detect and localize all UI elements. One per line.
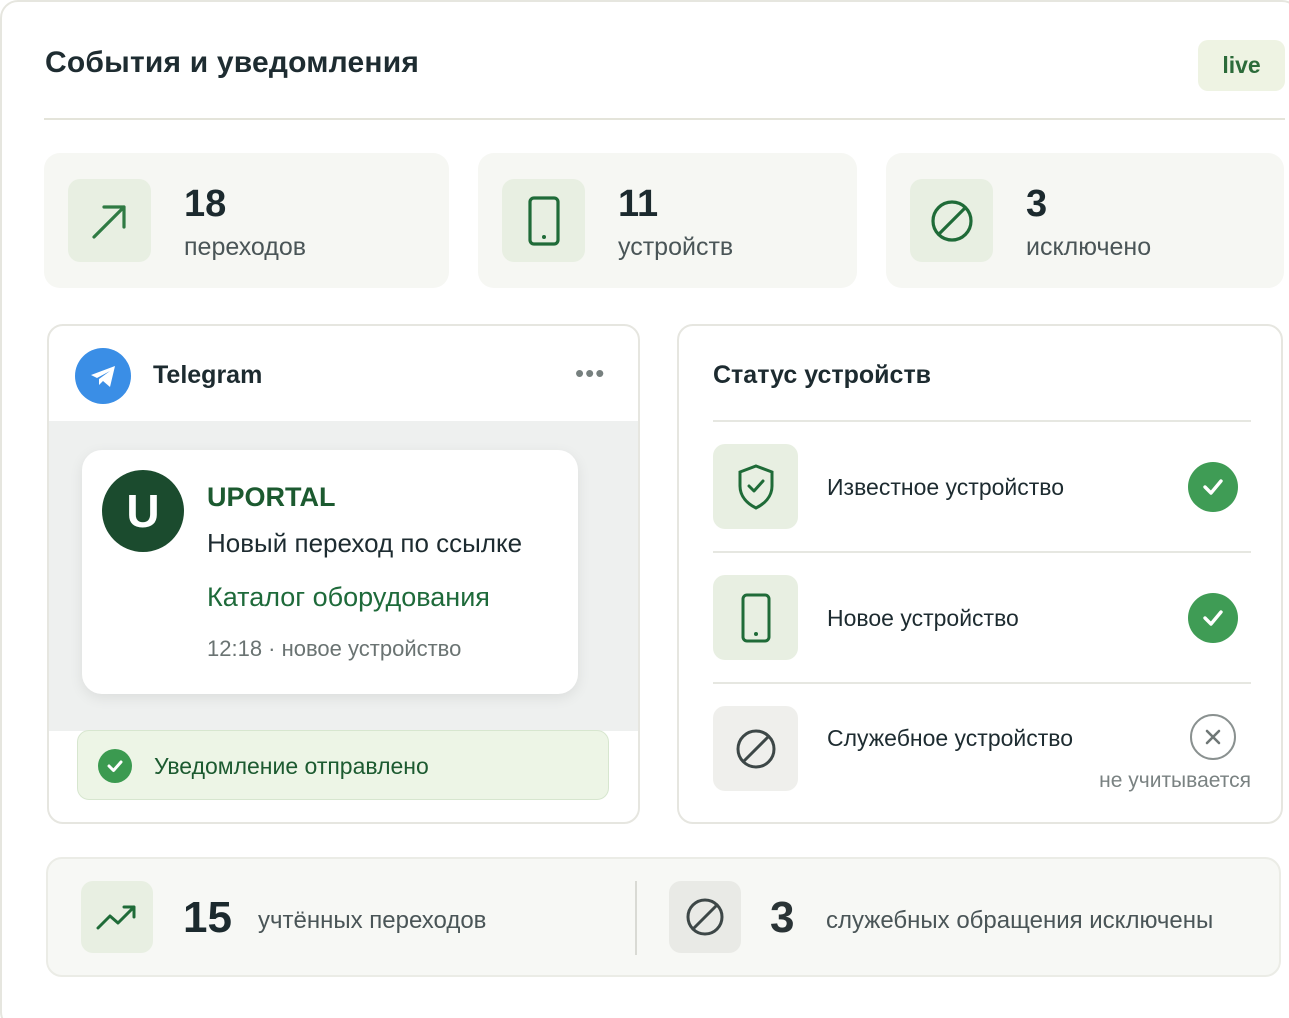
telegram-card: Telegram ••• U UPORTAL Новый переход по … bbox=[47, 324, 640, 824]
status-text: Уведомление отправлено bbox=[154, 753, 429, 779]
blocked-icon bbox=[669, 881, 741, 953]
device-label: Служебное устройство bbox=[827, 725, 1074, 751]
separator bbox=[635, 881, 637, 955]
stat-label: переходов bbox=[184, 233, 307, 261]
message-link[interactable]: Каталог оборудования bbox=[207, 582, 490, 613]
divider bbox=[713, 551, 1251, 553]
dashboard-panel: События и уведомления live 18 переходов … bbox=[0, 0, 1289, 1018]
notification-sent-status: Уведомление отправлено bbox=[77, 730, 609, 800]
telegram-icon bbox=[75, 348, 131, 404]
excluded-value: 3 bbox=[770, 893, 795, 942]
live-badge[interactable]: live bbox=[1198, 40, 1285, 91]
check-circle-icon bbox=[98, 749, 132, 783]
divider bbox=[713, 420, 1251, 422]
stat-card-excluded: 3 исключено bbox=[886, 153, 1284, 288]
check-circle-icon bbox=[1188, 593, 1238, 643]
divider bbox=[713, 682, 1251, 684]
telegram-message: U UPORTAL Новый переход по ссылке Катало… bbox=[82, 450, 578, 694]
stat-card-transitions: 18 переходов bbox=[44, 153, 449, 288]
stat-label: устройств bbox=[618, 233, 734, 261]
device-label: Известное устройство bbox=[827, 474, 1065, 500]
avatar: U bbox=[102, 470, 184, 552]
trending-up-icon bbox=[81, 881, 153, 953]
message-meta: 12:18 · новое устройство bbox=[207, 636, 462, 661]
stat-value: 3 bbox=[1026, 183, 1048, 225]
summary-bar: 15 учтённых переходов 3 служебных обраще… bbox=[46, 857, 1281, 977]
page-title: События и уведомления bbox=[45, 46, 420, 79]
check-circle-icon bbox=[1188, 462, 1238, 512]
blocked-icon bbox=[910, 179, 993, 262]
device-status-title: Статус устройств bbox=[713, 361, 932, 389]
message-sender: UPORTAL bbox=[207, 482, 336, 512]
stat-value: 11 bbox=[618, 183, 659, 225]
phone-icon bbox=[502, 179, 585, 262]
blocked-icon bbox=[713, 706, 798, 791]
shield-check-icon bbox=[713, 444, 798, 529]
message-text: Новый переход по ссылке bbox=[207, 528, 523, 558]
telegram-title: Telegram bbox=[153, 361, 263, 389]
counted-value: 15 bbox=[183, 893, 232, 942]
device-status-card: Статус устройств Известное устройство Но… bbox=[677, 324, 1283, 824]
excluded-note: не учитывается bbox=[1099, 769, 1251, 792]
device-label: Новое устройство bbox=[827, 605, 1019, 631]
phone-icon bbox=[713, 575, 798, 660]
close-circle-icon bbox=[1190, 714, 1236, 760]
more-menu-icon[interactable]: ••• bbox=[575, 358, 605, 389]
excluded-label: служебных обращения исключены bbox=[826, 907, 1214, 934]
counted-label: учтённых переходов bbox=[258, 907, 487, 934]
stat-card-devices: 11 устройств bbox=[478, 153, 857, 288]
arrow-up-right-icon bbox=[68, 179, 151, 262]
stat-value: 18 bbox=[184, 183, 227, 225]
header-divider bbox=[44, 118, 1285, 120]
stat-label: исключено bbox=[1026, 233, 1152, 261]
